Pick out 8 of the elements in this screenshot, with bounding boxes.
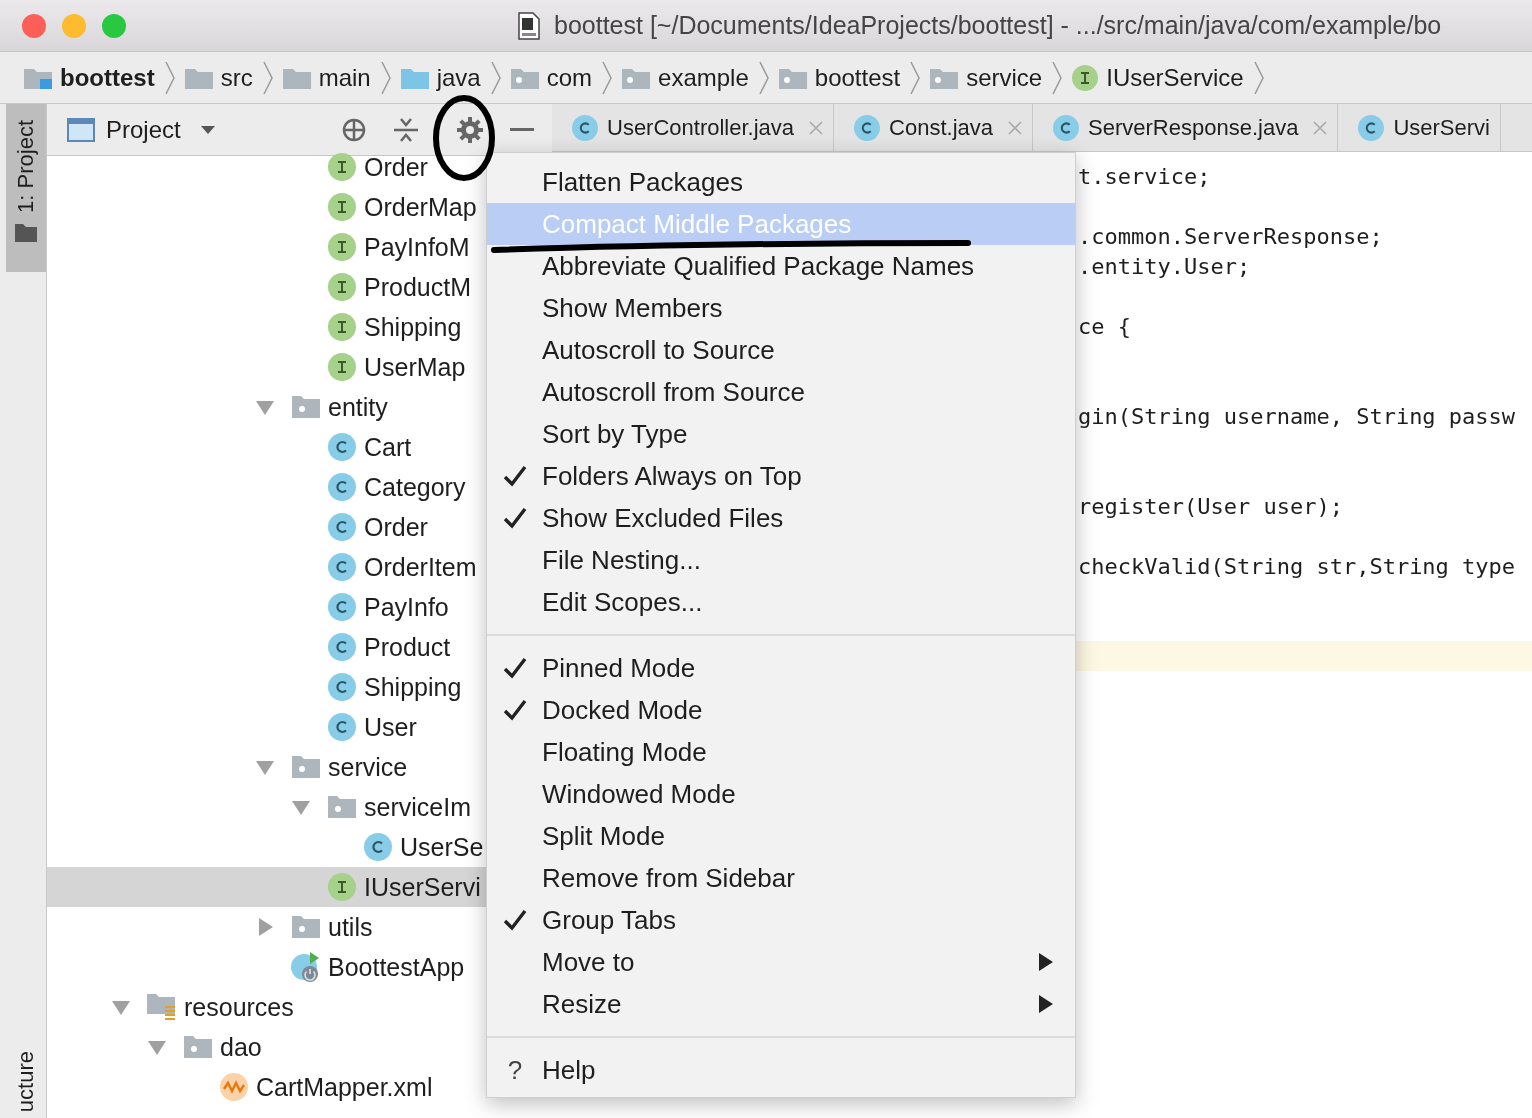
- code-line: checkValid(String str,String type: [1078, 553, 1516, 579]
- window-title: boottest [~/Documents/IdeaProjects/boottest] - .../src/main/java/com/example/bo: [554, 11, 1442, 40]
- code-line: gin(String username, String passw: [1078, 403, 1516, 429]
- code-line: ce {: [1078, 313, 1131, 339]
- code-line: t.service;: [1078, 163, 1211, 189]
- code-line: .common.ServerResponse;: [1078, 223, 1383, 249]
- code-line: .entity.User;: [1078, 253, 1251, 279]
- code-line: register(User user);: [1078, 493, 1343, 519]
